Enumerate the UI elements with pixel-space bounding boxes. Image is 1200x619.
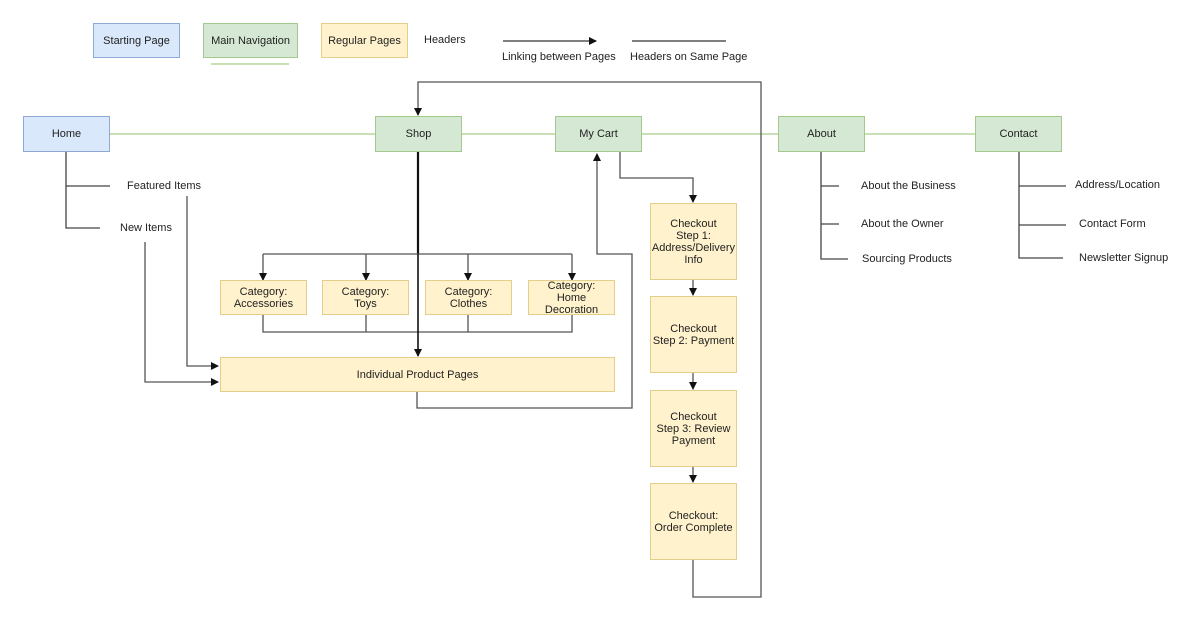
header-featured-items[interactable]: Featured Items [127, 180, 201, 192]
nav-home[interactable]: Home [23, 116, 110, 152]
about-header-lines [820, 152, 848, 260]
category-accessories[interactable]: Category: Accessories [220, 280, 307, 315]
new-items-to-products-link [144, 242, 219, 386]
category-toys[interactable]: Category: Toys [322, 280, 409, 315]
nav-my-cart[interactable]: My Cart [555, 116, 642, 152]
contact-header-lines [1018, 152, 1066, 259]
legend-regular-pages: Regular Pages [321, 23, 408, 58]
home-header-lines [65, 152, 110, 229]
header-address-location[interactable]: Address/Location [1075, 179, 1160, 191]
individual-product-pages[interactable]: Individual Product Pages [220, 357, 615, 392]
header-newsletter-signup[interactable]: Newsletter Signup [1079, 252, 1168, 264]
legend-same-page-label: Headers on Same Page [630, 51, 748, 63]
nav-contact[interactable]: Contact [975, 116, 1062, 152]
legend-linking-label: Linking between Pages [502, 51, 616, 63]
legend-starting-page: Starting Page [93, 23, 180, 58]
cart-to-checkout-link [619, 152, 697, 203]
header-new-items[interactable]: New Items [120, 222, 172, 234]
nav-shop[interactable]: Shop [375, 116, 462, 152]
legend-headers: Headers [424, 34, 466, 46]
checkout-step-1[interactable]: Checkout Step 1: Address/Delivery Info [650, 203, 737, 280]
category-clothes[interactable]: Category: Clothes [425, 280, 512, 315]
header-about-owner[interactable]: About the Owner [861, 218, 944, 230]
header-about-business[interactable]: About the Business [861, 180, 956, 192]
nav-about[interactable]: About [778, 116, 865, 152]
checkout-order-complete[interactable]: Checkout: Order Complete [650, 483, 737, 560]
checkout-step-3[interactable]: Checkout Step 3: Review Payment [650, 390, 737, 467]
header-sourcing-products[interactable]: Sourcing Products [862, 253, 952, 265]
legend-main-navigation: Main Navigation [203, 23, 298, 58]
header-contact-form[interactable]: Contact Form [1079, 218, 1146, 230]
checkout-step-2[interactable]: Checkout Step 2: Payment [650, 296, 737, 373]
category-home-decoration[interactable]: Category: Home Decoration [528, 280, 615, 316]
featured-to-products-link [186, 196, 219, 370]
